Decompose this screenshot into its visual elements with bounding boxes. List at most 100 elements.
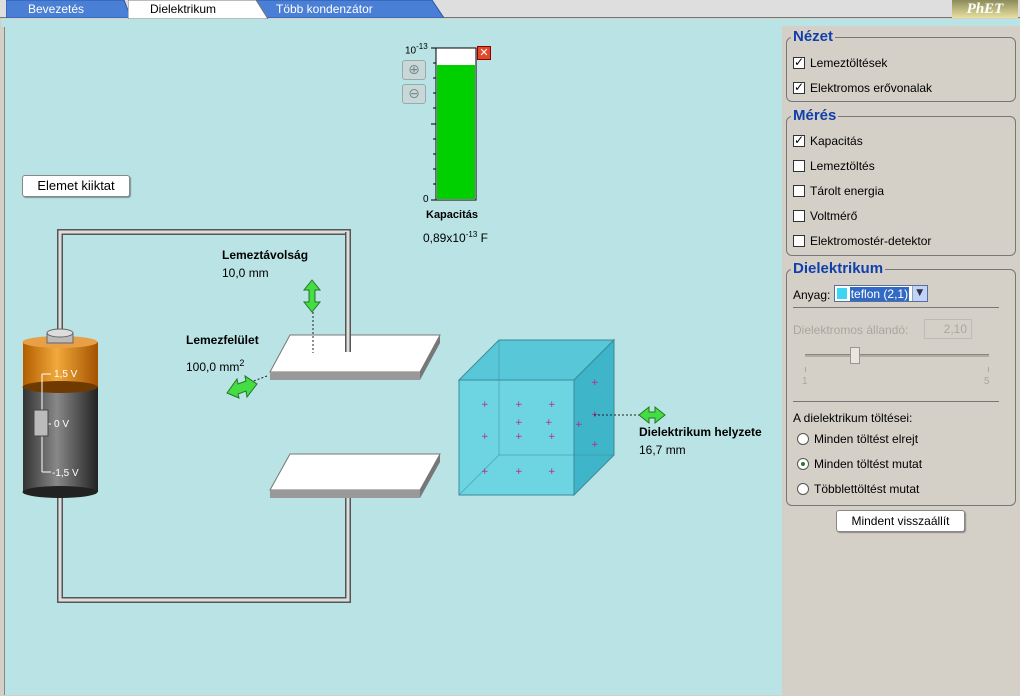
radio-icon[interactable] xyxy=(797,458,809,470)
radio-label: Többlettöltést mutat xyxy=(814,482,920,496)
tab-label: Dielektrikum xyxy=(150,2,217,16)
checkbox-label: Elektromos erővonalak xyxy=(810,81,933,95)
radio-show-all-charges[interactable]: Minden töltést mutat xyxy=(797,457,922,471)
svg-text:+: + xyxy=(548,400,556,410)
bottom-plate xyxy=(269,453,441,498)
view-group: Nézet Lemeztöltések Elektromos erővonala… xyxy=(786,28,1016,102)
meter-value: 0,89x10-13 F xyxy=(423,230,488,245)
checkbox-icon[interactable] xyxy=(793,185,805,197)
battery-voltage-slider[interactable] xyxy=(33,409,49,437)
separation-value: 10,0 mm xyxy=(222,266,269,280)
area-label: Lemezfelület xyxy=(186,333,259,347)
checkbox-plate-charge[interactable]: Lemeztöltés xyxy=(793,159,875,173)
battery-label-bottom: -1,5 V xyxy=(52,468,79,479)
material-label: Anyag: xyxy=(793,288,831,302)
tab-dielektrikum[interactable]: Dielektrikum xyxy=(128,0,268,19)
separator-line xyxy=(793,401,999,402)
offset-value: 16,7 mm xyxy=(639,443,686,457)
battery-label-top: 1,5 V xyxy=(54,369,78,380)
checkbox-capacitance[interactable]: Kapacitás xyxy=(793,133,863,148)
zoom-in-icon[interactable]: ⊕ xyxy=(402,60,426,80)
checkbox-label: Voltmérő xyxy=(810,209,858,223)
tab-tobb-kondenzator[interactable]: Több kondenzátor xyxy=(254,0,444,18)
material-select[interactable]: teflon (2,1) ▼ xyxy=(833,285,928,302)
svg-text:+: + xyxy=(481,400,489,410)
checkbox-icon[interactable] xyxy=(793,80,805,94)
dielectric-drag-arrow[interactable] xyxy=(638,405,666,425)
circuit-scene: + + +++ + + +++ + + ++ + xyxy=(22,47,666,603)
svg-text:+: + xyxy=(481,467,489,477)
tab-bar: Bevezetés Több kondenzátor Dielektrikum … xyxy=(0,0,1020,19)
svg-text:+: + xyxy=(548,432,556,442)
measure-title: Mérés xyxy=(791,107,839,124)
checkbox-icon[interactable] xyxy=(793,235,805,247)
dielectric-title: Dielektrikum xyxy=(791,260,886,277)
dielectric-block[interactable]: + + +++ + + +++ + + ++ + xyxy=(457,338,616,497)
tab-label: Több kondenzátor xyxy=(276,2,373,16)
checkbox-icon[interactable] xyxy=(793,210,805,222)
radio-show-excess-charges[interactable]: Többlettöltést mutat xyxy=(797,482,919,496)
control-panel: Nézet Lemeztöltések Elektromos erővonala… xyxy=(782,26,1020,695)
constant-input[interactable]: 2,10 xyxy=(924,319,972,339)
zoom-out-icon[interactable]: ⊖ xyxy=(402,84,426,104)
material-value: teflon (2,1) xyxy=(849,287,910,301)
chevron-down-icon[interactable]: ▼ xyxy=(911,286,927,301)
play-area: + + + + + + + + + + + + + + + ✕ ⊕ ⊖ 10-1… xyxy=(1,19,1020,695)
material-color-swatch xyxy=(836,288,847,299)
svg-text:+: + xyxy=(548,467,556,477)
battery-toggle-button[interactable]: Elemet kiiktat xyxy=(22,175,130,197)
checkbox-label: Tárolt energia xyxy=(810,184,885,198)
svg-text:+: + xyxy=(515,432,523,442)
capacitance-meter xyxy=(431,47,477,201)
phet-logo[interactable]: PhET xyxy=(952,0,1018,18)
separator-line xyxy=(793,307,999,308)
checkbox-voltmeter[interactable]: Voltmérő xyxy=(793,209,857,223)
svg-text:+: + xyxy=(515,467,523,477)
separation-drag-arrow[interactable] xyxy=(302,279,322,313)
checkbox-label: Elektromostér-detektor xyxy=(810,234,932,248)
dielectric-group: Dielektrikum Anyag: teflon (2,1) ▼ Diele… xyxy=(786,260,1016,506)
checkbox-plate-charges[interactable]: Lemeztöltések xyxy=(793,55,888,70)
meter-scale-bottom: 0 xyxy=(423,194,429,205)
view-title: Nézet xyxy=(791,28,836,45)
checkbox-label: Lemeztöltések xyxy=(810,56,888,70)
checkbox-stored-energy[interactable]: Tárolt energia xyxy=(793,184,884,198)
constant-row: Dielektromos állandó: xyxy=(793,323,908,337)
checkbox-field-lines[interactable]: Elektromos erővonalak xyxy=(793,80,933,95)
radio-icon[interactable] xyxy=(797,483,809,495)
reset-all-button[interactable]: Mindent visszaállít xyxy=(836,510,965,532)
svg-text:+: + xyxy=(545,418,553,428)
tab-label: Bevezetés xyxy=(28,2,85,16)
area-drag-arrow[interactable] xyxy=(226,374,258,399)
checkbox-icon[interactable] xyxy=(793,55,805,69)
checkbox-label: Kapacitás xyxy=(810,134,863,148)
radio-icon[interactable] xyxy=(797,433,809,445)
checkbox-icon[interactable] xyxy=(793,133,805,147)
slider-tick-min xyxy=(805,367,806,372)
top-plate xyxy=(269,334,441,380)
slider-min-label: 1 xyxy=(802,376,808,387)
meter-label: Kapacitás xyxy=(426,209,478,221)
bottom-wire-highlight xyxy=(58,485,350,602)
slider-tick-max xyxy=(988,367,989,372)
charges-label: A dielektrikum töltései: xyxy=(793,411,913,425)
checkbox-label: Lemeztöltés xyxy=(810,159,875,173)
material-row: Anyag: teflon (2,1) ▼ xyxy=(793,285,928,302)
svg-text:+: + xyxy=(515,418,523,428)
svg-text:+: + xyxy=(515,400,523,410)
constant-slider-track[interactable] xyxy=(805,354,989,357)
meter-close-button[interactable]: ✕ xyxy=(477,46,491,60)
separation-label: Lemeztávolság xyxy=(222,248,309,262)
area-value: 100,0 mm2 xyxy=(186,358,245,374)
svg-text:+: + xyxy=(481,432,489,442)
slider-max-label: 5 xyxy=(984,376,990,387)
capacitance-bar-fill xyxy=(437,65,475,199)
checkbox-icon[interactable] xyxy=(793,160,805,172)
checkbox-field-detector[interactable]: Elektromostér-detektor xyxy=(793,234,931,248)
meter-scale-top: 10-13 xyxy=(405,42,428,57)
radio-hide-charges[interactable]: Minden töltést elrejt xyxy=(797,432,918,446)
radio-label: Minden töltést mutat xyxy=(814,457,923,471)
constant-slider-thumb[interactable] xyxy=(850,347,860,364)
tab-bevezetes[interactable]: Bevezetés xyxy=(6,0,131,18)
bottom-wire xyxy=(57,485,351,603)
